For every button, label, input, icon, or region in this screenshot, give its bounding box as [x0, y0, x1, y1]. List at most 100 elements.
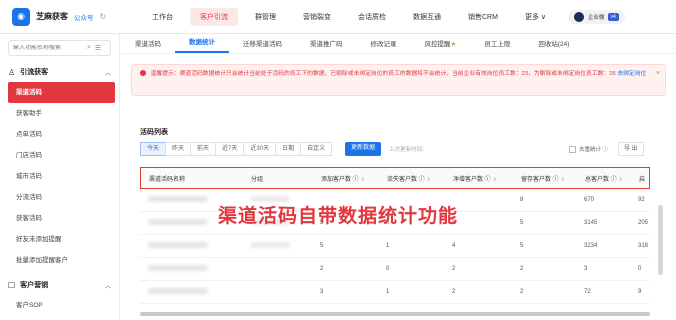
tab-label: 风控提醒	[424, 41, 451, 48]
chevron-up-icon[interactable]: ︿	[105, 68, 111, 77]
update-data-button[interactable]: 更新数据	[345, 142, 382, 156]
column-header-2[interactable]: 添加客户数 ⓘ ⇕	[321, 174, 365, 183]
topnav-item-1[interactable]: 客户引流	[190, 7, 238, 26]
sidebar-item-0-3[interactable]: 门店活码	[0, 145, 119, 166]
dedupe-checkbox[interactable]	[569, 145, 576, 153]
collapse-sidebar-icon[interactable]: ☰	[95, 44, 101, 52]
filter-2[interactable]: 前天	[190, 142, 217, 156]
tab-label: 渠道活码	[135, 41, 161, 48]
sidebar-item-0-6[interactable]: 获客活码	[0, 208, 119, 229]
tab-label: 迁移渠道活码	[243, 41, 282, 48]
sidebar-item-0-1[interactable]: 获客助手	[0, 103, 119, 124]
chevron-up-icon[interactable]: ︿	[105, 281, 111, 290]
notice-banner: 温馨提示：渠道活码数据统计只会统计当前处于活码的员工下的数据，已剔除或未绑定岗位…	[131, 64, 666, 96]
tab-2[interactable]: 迁移渠道活码	[229, 38, 296, 53]
topnav-item-5[interactable]: 数据互通	[403, 8, 451, 26]
logo-icon: ◉	[12, 7, 30, 26]
tab-label: 数据统计	[189, 39, 215, 46]
tab-6[interactable]: 员工上限	[470, 38, 524, 53]
row-extra: 205	[638, 220, 649, 226]
row-lost: 1	[386, 243, 390, 249]
bind-post-link[interactable]: 去绑定岗位	[617, 71, 646, 77]
row-extra: 92	[638, 197, 645, 203]
sidebar-item-0-8[interactable]: 批量添加提醒客户	[0, 250, 119, 271]
sidebar-groups: ♙ 引流获客 ︿ 渠道活码 获客助手 点单活码 门店活码 城市活码 分流活码 获客活码 好友未添加提…	[0, 62, 119, 316]
sidebar-item-0-0[interactable]: 渠道活码	[8, 82, 115, 103]
filter-5[interactable]: 日期	[275, 142, 302, 156]
table-row[interactable]: 5 1 4 5 3234 318	[140, 235, 650, 258]
row-name	[148, 288, 208, 296]
column-header-3[interactable]: 流失客户数 ⓘ ⇕	[387, 174, 431, 183]
sidebar-item-0-5[interactable]: 分流活码	[0, 187, 119, 208]
row-kept: 5	[520, 220, 524, 226]
topnav-item-4[interactable]: 会话质检	[348, 8, 396, 26]
sidebar-item-0-7[interactable]: 好友未添加提醒	[0, 229, 119, 250]
tab-5[interactable]: 风控提醒★	[411, 38, 471, 53]
topnav-item-6[interactable]: 销售CRM	[458, 8, 508, 26]
sort-icon[interactable]: ⇕	[493, 177, 497, 183]
tab-4[interactable]: 修改记录	[357, 38, 411, 53]
avatar	[574, 11, 585, 22]
horizontal-scrollbar[interactable]	[140, 312, 650, 316]
topnav-item-2[interactable]: 群管理	[245, 8, 286, 26]
tab-3[interactable]: 渠道推广码	[296, 38, 357, 53]
sidebar-search-input[interactable]	[13, 45, 83, 51]
topnav-item-0[interactable]: 工作台	[142, 8, 183, 26]
blurred-name	[148, 265, 208, 271]
filter-4[interactable]: 近30天	[243, 142, 277, 156]
row-kept: 5	[520, 243, 524, 249]
account-name: 企业微	[588, 14, 605, 21]
filter-0[interactable]: 今天	[140, 142, 167, 156]
sort-icon[interactable]: ⇕	[361, 177, 365, 183]
sidebar-item-1-0[interactable]: 客户SOP	[0, 295, 119, 316]
table-row[interactable]: 3 1 2 2 72 9	[140, 281, 650, 304]
sort-icon[interactable]: ⇕	[561, 177, 565, 183]
sidebar-item-0-4[interactable]: 城市活码	[0, 166, 119, 187]
sidebar-group-1[interactable]: ☐ 客户营销 ︿	[0, 275, 119, 295]
row-added: 5	[320, 243, 324, 249]
topnav-item-7[interactable]: 更多 ∨	[515, 8, 556, 26]
row-net: 2	[452, 266, 456, 272]
row-name	[148, 265, 208, 273]
tab-0[interactable]: 渠道活码	[121, 38, 175, 53]
row-kept: 2	[520, 266, 524, 272]
filter-6[interactable]: 自定义	[300, 142, 333, 156]
filter-1[interactable]: 昨天	[165, 142, 192, 156]
dedupe-label: 去重统计 ⓘ	[579, 147, 609, 153]
column-header-0: 渠道活码名称	[149, 176, 186, 183]
blurred-name	[148, 196, 208, 202]
close-icon[interactable]: ×	[656, 69, 660, 79]
public-account-link[interactable]: 公众号	[74, 12, 94, 22]
account-badge[interactable]: 企业微 v4	[568, 9, 625, 24]
blurred-group	[250, 242, 290, 248]
sidebar-group-0[interactable]: ♙ 引流获客 ︿	[0, 62, 119, 82]
last-update-text: 上次更新时间：	[389, 147, 428, 153]
sort-icon[interactable]: ⇕	[427, 177, 431, 183]
row-lost: 1	[386, 289, 390, 295]
refresh-icon[interactable]: ↻	[100, 12, 107, 21]
warning-badge-icon: ★	[450, 41, 457, 48]
main-nav: 工作台 客户引流 群管理 营销裂变 会话质检 数据互通 销售CRM 更多 ∨	[142, 7, 563, 26]
column-header-5[interactable]: 留存客户数 ⓘ ⇕	[521, 174, 565, 183]
filter-3[interactable]: 近7天	[215, 142, 245, 156]
table-row[interactable]: 2 0 2 2 3 0	[140, 258, 650, 281]
column-header-4[interactable]: 净增客户数 ⓘ ⇕	[453, 174, 497, 183]
row-lost: 0	[386, 266, 390, 272]
sort-icon[interactable]: ⇕	[619, 177, 623, 183]
channel-code-table: 渠道活码名称 分组 添加客户数 ⓘ ⇕ 流失客户数 ⓘ ⇕ 净增客户数 ⓘ ⇕ 留存客户数 ⓘ ⇕…	[140, 167, 650, 304]
row-net: 2	[452, 289, 456, 295]
dedupe-toggle[interactable]: 去重统计 ⓘ	[569, 145, 608, 153]
topnav-item-3[interactable]: 营销裂变	[293, 8, 341, 26]
app-logo[interactable]: ◉ 芝麻获客 公众号 ↻	[12, 7, 122, 26]
tab-1[interactable]: 数据统计	[175, 36, 229, 53]
column-header-6[interactable]: 总客户数 ⓘ ⇕	[585, 174, 623, 183]
sidebar-group-label: 引流获客	[20, 69, 49, 76]
grid-icon: ☐	[8, 280, 16, 290]
tab-7[interactable]: 回收站(24)	[524, 38, 583, 53]
row-added: 2	[320, 266, 324, 272]
search-icon[interactable]: ⌕	[87, 44, 91, 52]
vertical-scrollbar[interactable]	[658, 205, 663, 275]
blurred-name	[148, 288, 208, 294]
export-button[interactable]: 导 出	[618, 142, 644, 156]
sidebar-item-0-2[interactable]: 点单活码	[0, 124, 119, 145]
